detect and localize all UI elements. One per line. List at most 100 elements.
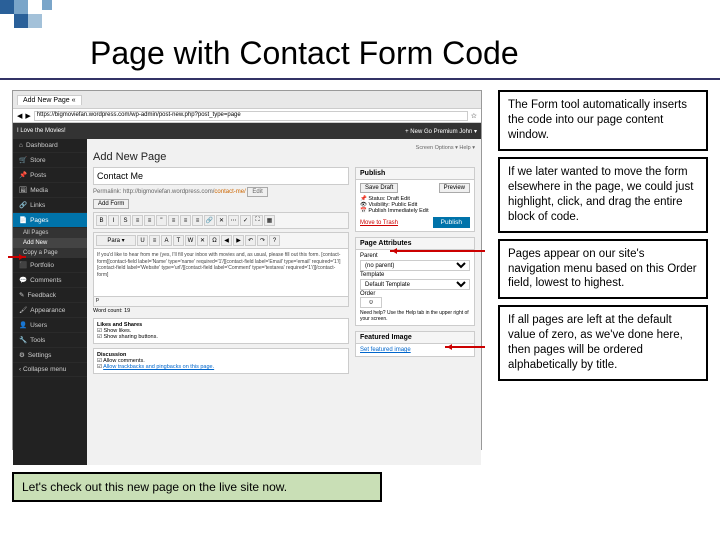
editor-toolbar-2: Para ▾ U ≡ A T W ✕ Ω ◀ ▶ ↶ ↷ ? — [93, 232, 349, 249]
link-icon: 🔗 — [19, 201, 27, 209]
preview-button[interactable]: Preview — [439, 183, 470, 193]
sidebar-item-settings[interactable]: ⚙Settings — [13, 348, 87, 363]
permalink-row: Permalink: http://bigmoviefan.wordpress.… — [93, 187, 349, 197]
back-icon[interactable]: ◀ — [17, 112, 22, 120]
feedback-icon: ✎ — [19, 291, 24, 299]
spell-icon[interactable]: ✓ — [240, 215, 251, 226]
redo-icon[interactable]: ↷ — [257, 235, 268, 246]
ul-icon[interactable]: ≡ — [132, 215, 143, 226]
star-icon[interactable]: ☆ — [471, 112, 477, 120]
help-icon[interactable]: ? — [269, 235, 280, 246]
sidebar-item-users[interactable]: 👤Users — [13, 318, 87, 333]
clear-icon[interactable]: ✕ — [197, 235, 208, 246]
content-editor[interactable]: If you'd like to hear from me (yes, I'll… — [93, 249, 349, 297]
undo-icon[interactable]: ↶ — [245, 235, 256, 246]
align-center-icon[interactable]: ≡ — [180, 215, 191, 226]
publish-button[interactable]: Publish — [433, 217, 470, 228]
media-icon: 🖼 — [19, 186, 27, 194]
wordpress-screenshot: Add New Page « ◀ ▶ https://bigmoviefan.w… — [12, 90, 482, 450]
italic-icon[interactable]: I — [108, 215, 119, 226]
bottom-note: Let's check out this new page on the liv… — [12, 472, 382, 502]
corner-decoration — [0, 0, 90, 35]
justify-icon[interactable]: ≡ — [149, 235, 160, 246]
sidebar-sub-allpages[interactable]: All Pages — [13, 228, 87, 238]
align-right-icon[interactable]: ≡ — [192, 215, 203, 226]
arrow-to-order — [445, 346, 485, 348]
edit-permalink-button[interactable]: Edit — [247, 187, 267, 197]
callout-4: If all pages are left at the default val… — [498, 305, 708, 381]
sidebar-item-tools[interactable]: 🔧Tools — [13, 333, 87, 348]
format-select[interactable]: Para ▾ — [96, 235, 136, 246]
brush-icon: 🖌 — [19, 306, 27, 314]
paste-word-icon[interactable]: W — [185, 235, 196, 246]
forward-icon[interactable]: ▶ — [25, 112, 30, 120]
word-count: Word count: 19 — [93, 308, 349, 314]
sidebar-item-comments[interactable]: 💬Comments — [13, 273, 87, 288]
order-input[interactable] — [360, 297, 382, 308]
unlink-icon[interactable]: ✕ — [216, 215, 227, 226]
underline-icon[interactable]: U — [137, 235, 148, 246]
allow-trackbacks-check[interactable]: ☑ Allow trackbacks and pingbacks on this… — [97, 364, 214, 370]
save-draft-button[interactable]: Save Draft — [360, 183, 398, 193]
sidebar-item-pages[interactable]: 📄Pages — [13, 213, 87, 228]
arrow-to-editor — [390, 250, 485, 252]
user-icon: 👤 — [19, 321, 27, 329]
gear-icon: ⚙ — [19, 351, 25, 359]
fullscreen-icon[interactable]: ⛶ — [252, 215, 263, 226]
wp-admin-bar: I Love the Movies! + New Go Premium John… — [13, 123, 481, 139]
pin-icon: 📌 — [19, 171, 27, 179]
quote-icon[interactable]: " — [156, 215, 167, 226]
template-select[interactable]: Default Template — [360, 279, 470, 290]
char-icon[interactable]: Ω — [209, 235, 220, 246]
sidebar-item-store[interactable]: 🛒Store — [13, 153, 87, 168]
editor-toolbar: B I S ≡ ≡ " ≡ ≡ ≡ 🔗 ✕ ⋯ ✓ ⛶ ▦ — [93, 212, 349, 229]
set-featured-link[interactable]: Set featured image — [360, 347, 411, 353]
bold-icon[interactable]: B — [96, 215, 107, 226]
admin-bar-right[interactable]: + New Go Premium John ▾ — [405, 128, 477, 135]
page-title: Page with Contact Form Code — [90, 35, 519, 72]
page-heading: Add New Page — [93, 151, 475, 163]
schedule-row: 📅 Publish Immediately Edit — [360, 208, 470, 214]
likes-box: Likes and Shares ☑ Show likes. ☑ Show sh… — [93, 318, 349, 344]
sidebar-item-portfolio[interactable]: ⬛Portfolio — [13, 258, 87, 273]
site-name[interactable]: I Love the Movies! — [17, 128, 66, 134]
parent-select[interactable]: (no parent) — [360, 260, 470, 271]
title-underline — [0, 78, 720, 80]
editor-status: p — [93, 297, 349, 307]
show-sharing-check[interactable]: ☑ Show sharing buttons. — [97, 334, 158, 340]
browser-tab[interactable]: Add New Page « — [17, 95, 82, 105]
browser-tab-bar: Add New Page « — [13, 91, 481, 109]
sidebar-item-posts[interactable]: 📌Posts — [13, 168, 87, 183]
more-icon[interactable]: ⋯ — [228, 215, 239, 226]
sidebar-collapse[interactable]: ‹ Collapse menu — [13, 363, 87, 377]
title-input[interactable] — [93, 167, 349, 185]
kitchen-sink-icon[interactable]: ▦ — [264, 215, 275, 226]
callout-1: The Form tool automatically inserts the … — [498, 90, 708, 151]
sidebar-item-links[interactable]: 🔗Links — [13, 198, 87, 213]
browser-url-bar: ◀ ▶ https://bigmoviefan.wordpress.com/wp… — [13, 109, 481, 123]
discussion-box: Discussion ☑ Allow comments. ☑ Allow tra… — [93, 348, 349, 374]
sidebar-sub-addnew[interactable]: Add New — [13, 238, 87, 248]
featured-image-box: Featured Image Set featured image — [355, 331, 475, 357]
comment-icon: 💬 — [19, 276, 27, 284]
strike-icon[interactable]: S — [120, 215, 131, 226]
link-tb-icon[interactable]: 🔗 — [204, 215, 215, 226]
wp-main-content: Screen Options ▾ Help ▾ Add New Page Per… — [87, 139, 481, 465]
wrench-icon: 🔧 — [19, 336, 27, 344]
url-input[interactable]: https://bigmoviefan.wordpress.com/wp-adm… — [34, 111, 468, 121]
indent-icon[interactable]: ▶ — [233, 235, 244, 246]
outdent-icon[interactable]: ◀ — [221, 235, 232, 246]
color-icon[interactable]: A — [161, 235, 172, 246]
ol-icon[interactable]: ≡ — [144, 215, 155, 226]
callout-column: The Form tool automatically inserts the … — [498, 90, 708, 381]
paste-text-icon[interactable]: T — [173, 235, 184, 246]
sidebar-item-dashboard[interactable]: ⌂Dashboard — [13, 139, 87, 153]
sidebar-item-feedback[interactable]: ✎Feedback — [13, 288, 87, 303]
align-left-icon[interactable]: ≡ — [168, 215, 179, 226]
add-form-button[interactable]: Add Form — [93, 199, 129, 209]
trash-link[interactable]: Move to Trash — [360, 220, 398, 226]
sidebar-item-media[interactable]: 🖼Media — [13, 183, 87, 198]
cart-icon: 🛒 — [19, 156, 27, 164]
dashboard-icon: ⌂ — [19, 142, 23, 149]
sidebar-item-appearance[interactable]: 🖌Appearance — [13, 303, 87, 318]
